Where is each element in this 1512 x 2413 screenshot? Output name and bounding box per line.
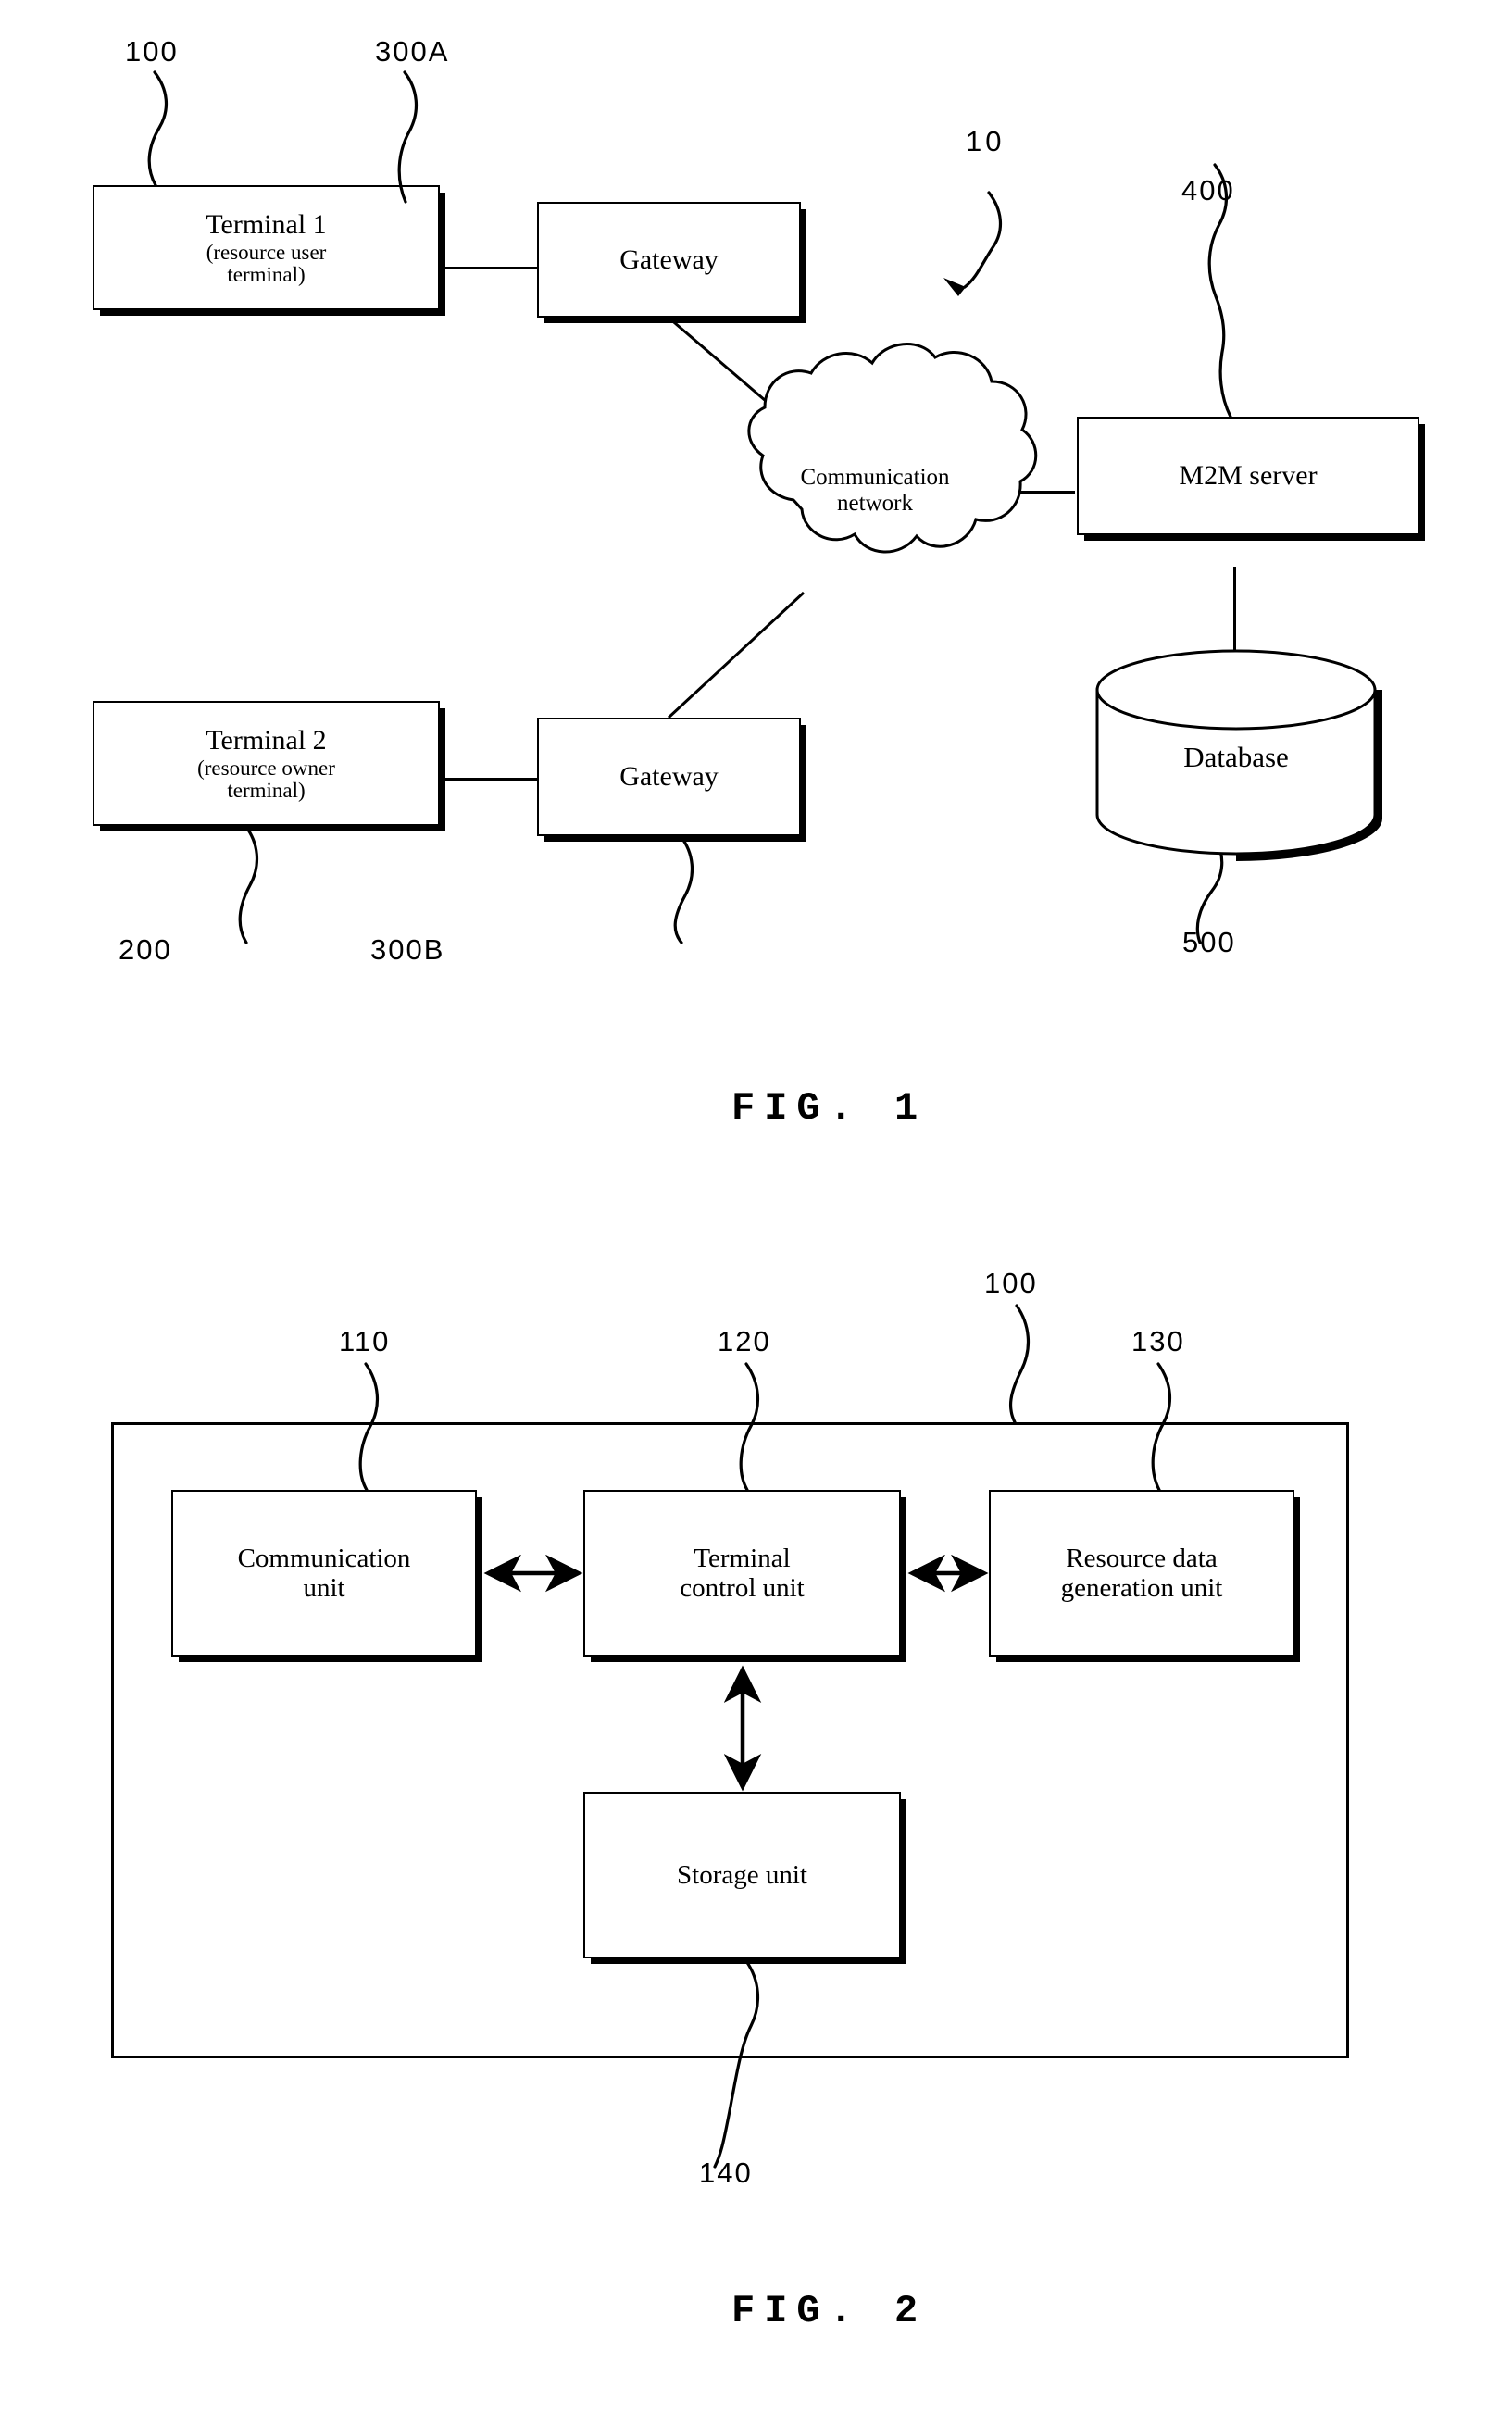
node-resource-data-generation-unit-line1: Resource data bbox=[1066, 1543, 1218, 1573]
ref-numeral-200-terminal2: 200 bbox=[119, 933, 172, 966]
node-m2m-server[interactable]: M2M server bbox=[1077, 417, 1419, 535]
connector-cloud-m2m-server bbox=[1003, 491, 1075, 494]
node-gateway-b-title: Gateway bbox=[619, 761, 719, 793]
node-terminal1[interactable]: Terminal 1 (resource user terminal) bbox=[93, 185, 440, 310]
ref-numeral-140-storage-unit: 140 bbox=[699, 2157, 753, 2189]
ref-numeral-100-terminal1: 100 bbox=[125, 35, 179, 68]
node-terminal2[interactable]: Terminal 2 (resource owner terminal) bbox=[93, 701, 440, 826]
node-communication-unit-line2: unit bbox=[303, 1573, 345, 1603]
node-terminal1-subtitle-line1: (resource user bbox=[206, 241, 327, 265]
cloud-label: Communication network bbox=[750, 465, 1000, 516]
node-terminal2-subtitle-line1: (resource owner bbox=[197, 756, 335, 781]
connector-gateway-b-cloud bbox=[667, 591, 806, 719]
node-terminal-control-unit-line1: Terminal bbox=[694, 1543, 791, 1573]
node-storage-unit[interactable]: Storage unit bbox=[583, 1792, 901, 1958]
node-terminal-control-unit-line2: control unit bbox=[680, 1573, 805, 1603]
arrowhead-10 bbox=[943, 278, 966, 296]
ref-numeral-120-terminal-control-unit: 120 bbox=[718, 1325, 771, 1357]
leader-line-10 bbox=[963, 191, 1003, 289]
node-communication-unit[interactable]: Communication unit bbox=[171, 1490, 477, 1657]
ref-numeral-10-system: 10 bbox=[966, 125, 1006, 157]
node-gateway-a[interactable]: Gateway bbox=[537, 202, 801, 318]
node-gateway-a-title: Gateway bbox=[619, 244, 719, 275]
node-database-title: Database bbox=[1183, 741, 1289, 773]
node-terminal1-subtitle-line2: terminal) bbox=[227, 263, 306, 287]
ref-numeral-500-database: 500 bbox=[1182, 926, 1236, 958]
connector-terminal1-gateway-a bbox=[439, 267, 541, 269]
database-cylinder-top bbox=[1095, 649, 1377, 731]
node-m2m-server-title: M2M server bbox=[1179, 460, 1318, 492]
node-resource-data-generation-unit[interactable]: Resource data generation unit bbox=[989, 1490, 1294, 1657]
figure1-caption: FIG. 1 bbox=[731, 1086, 928, 1131]
connector-terminal2-gateway-b bbox=[439, 778, 541, 781]
leader-line-200 bbox=[238, 824, 259, 944]
figure2-caption: FIG. 2 bbox=[731, 2289, 928, 2333]
node-communication-unit-line1: Communication bbox=[237, 1543, 411, 1573]
node-terminal2-title: Terminal 2 bbox=[206, 724, 327, 756]
ref-numeral-300b-gateway: 300B bbox=[370, 933, 445, 966]
connector-gateway-a-cloud bbox=[668, 316, 799, 431]
cloud-label-line2: network bbox=[837, 490, 913, 516]
connector-m2m-server-database bbox=[1233, 567, 1236, 659]
node-resource-data-generation-unit-line2: generation unit bbox=[1060, 1573, 1223, 1603]
node-terminal1-title: Terminal 1 bbox=[206, 208, 327, 240]
ref-numeral-400-m2m-server: 400 bbox=[1181, 174, 1235, 206]
node-terminal-control-unit[interactable]: Terminal control unit bbox=[583, 1490, 901, 1657]
leader-line-100 bbox=[147, 70, 169, 187]
patent-drawing-sheet: 100 300A 10 400 500 200 300B Terminal 1 … bbox=[0, 0, 1512, 2413]
cloud-label-line1: Communication bbox=[800, 465, 950, 490]
leader-line-300a bbox=[397, 70, 419, 204]
node-gateway-b[interactable]: Gateway bbox=[537, 718, 801, 836]
cloud-communication-network bbox=[747, 343, 1038, 554]
node-terminal2-subtitle-line2: terminal) bbox=[227, 779, 306, 803]
leader-line-100-fig2 bbox=[1008, 1304, 1031, 1424]
node-storage-unit-line1: Storage unit bbox=[677, 1859, 807, 1890]
ref-numeral-300a-gateway: 300A bbox=[375, 35, 450, 68]
database-cylinder-shadow bbox=[1236, 690, 1382, 861]
ref-numeral-100-terminal-container: 100 bbox=[984, 1267, 1038, 1299]
ref-numeral-130-resource-data-generation-unit: 130 bbox=[1131, 1325, 1185, 1357]
ref-numeral-110-communication-unit: 110 bbox=[339, 1325, 391, 1357]
leader-line-300b bbox=[673, 834, 694, 944]
